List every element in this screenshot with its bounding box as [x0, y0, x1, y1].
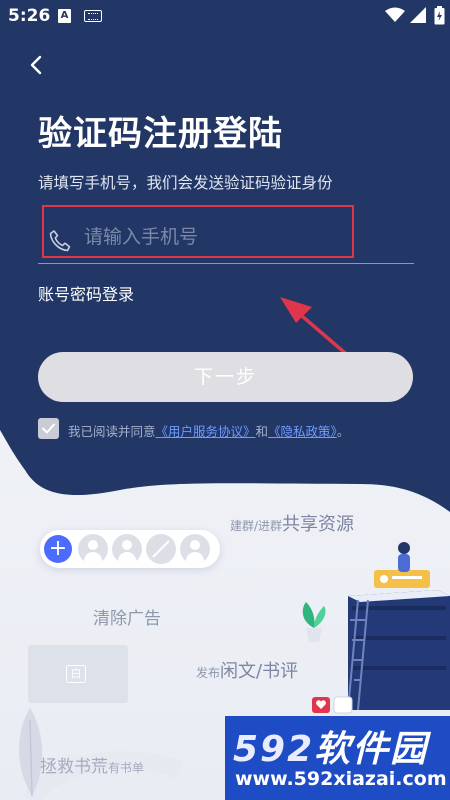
page-title: 验证码注册登陆	[38, 114, 283, 154]
publish-main: 闲文/书评	[220, 661, 299, 682]
back-button[interactable]	[22, 50, 52, 80]
agreement-prefix: 我已阅读并同意	[68, 424, 156, 439]
rescue-book-label: 拯救书荒有书单	[40, 752, 144, 777]
annotation-highlight-box	[42, 205, 354, 258]
share-prefix: 建群/进群	[230, 519, 283, 533]
battery-icon	[434, 6, 445, 25]
avatar	[78, 534, 108, 564]
status-time: 5:26	[8, 6, 51, 26]
watermark-number: 592	[233, 729, 315, 770]
like-badges-icon	[312, 696, 353, 714]
wifi-icon	[385, 7, 405, 22]
publish-label: 发布闲文/书评	[196, 657, 298, 683]
agreement-and: 和	[255, 424, 269, 439]
status-bar: 5:26 A	[0, 0, 450, 34]
agree-checkbox[interactable]	[38, 418, 59, 439]
watermark: 592软件园 www.592xiazai.com	[225, 716, 450, 800]
ads-panel-illustration: 白	[28, 645, 128, 703]
next-step-button[interactable]: 下一步	[38, 352, 413, 402]
clear-ads-label: 清除广告	[93, 609, 161, 629]
watermark-url: www.592xiazai.com	[235, 768, 447, 790]
avatar	[112, 534, 142, 564]
keyboard-icon	[84, 10, 102, 22]
agreement-suffix: 。	[336, 424, 350, 439]
password-login-link[interactable]: 账号密码登录	[38, 281, 134, 305]
slash-icon	[152, 540, 170, 558]
publish-prefix: 发布	[196, 666, 221, 680]
notification-a-icon: A	[58, 9, 71, 23]
avatar	[146, 534, 176, 564]
panel-glyph: 白	[66, 665, 86, 683]
phone-underline	[38, 263, 414, 264]
server-illustration	[347, 542, 450, 711]
watermark-brand: 软件园	[314, 729, 429, 770]
rescue-main: 拯救书荒	[40, 757, 108, 777]
avatar	[180, 534, 210, 564]
signal-icon	[410, 7, 426, 23]
share-main: 共享资源	[282, 514, 355, 535]
check-icon	[42, 423, 55, 434]
agreement-text: 我已阅读并同意《用户服务协议》和《隐私政策》。	[68, 421, 349, 440]
watermark-title: 592软件园	[233, 720, 428, 772]
plant-icon	[302, 602, 326, 642]
share-resources-label: 建群/进群共享资源	[230, 510, 354, 536]
user-agreement-link[interactable]: 《用户服务协议》	[156, 424, 256, 439]
privacy-policy-link[interactable]: 《隐私政策》	[268, 424, 337, 439]
page-subtitle: 请填写手机号，我们会发送验证码验证身份	[38, 174, 333, 192]
leaf-decoration	[18, 708, 43, 797]
rescue-suffix: 有书单	[108, 761, 145, 775]
avatar-group: +	[40, 530, 220, 568]
plus-icon: +	[44, 535, 72, 563]
chevron-left-icon	[30, 55, 42, 75]
